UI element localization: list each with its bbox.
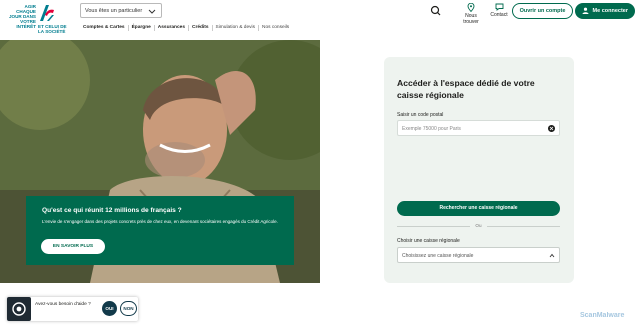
chevron-up-icon <box>549 253 555 258</box>
regional-bank-select[interactable]: Choisissez une caisse régionale <box>397 247 560 263</box>
nav-item-credits[interactable]: Crédits <box>189 25 212 35</box>
clear-icon[interactable] <box>548 125 555 132</box>
help-no-button[interactable]: NON <box>120 301 137 316</box>
find-us-link[interactable]: Nous trouver <box>458 3 484 25</box>
promo-card: Qu'est ce qui réunit 12 millions de fran… <box>26 196 294 265</box>
help-widget: Avez-vous besoin d'aide ? OUI NON <box>7 297 138 321</box>
promo-text: L'envie de s'engager dans des projets co… <box>42 219 278 224</box>
map-pin-icon <box>467 3 475 12</box>
open-account-button[interactable]: Ouvrir un compte <box>512 3 573 19</box>
scanmalware-watermark: ScanMalware <box>580 312 625 319</box>
nav-item-assurances[interactable]: Assurances <box>155 25 188 35</box>
user-icon <box>582 7 589 15</box>
nav-item-epargne[interactable]: Épargne <box>129 25 154 35</box>
choose-bank-label: Choisir une caisse régionale <box>397 238 460 244</box>
top-header: AGIR CHAQUE JOUR DANS VOTRE INTÉRÊT ET C… <box>0 0 640 38</box>
logo-tagline-right: ET CELUI DE LA SOCIÉTÉ <box>38 24 67 34</box>
regional-bank-placeholder: Choisissez une caisse régionale <box>402 253 474 259</box>
assistant-icon <box>12 302 26 316</box>
nav-item-conseils[interactable]: Nos conseils <box>259 25 292 35</box>
contact-link[interactable]: Contact <box>490 3 508 18</box>
profile-select[interactable]: Vous êtes un particulier <box>80 3 162 18</box>
postal-code-placeholder: Exemple 75000 pour Paris <box>402 126 461 132</box>
contact-label: Contact <box>490 12 508 18</box>
find-us-label: Nous trouver <box>463 13 479 25</box>
learn-more-button[interactable]: EN SAVOIR PLUS <box>41 239 105 254</box>
postal-code-label: Saisir un code postal <box>397 112 444 118</box>
my-account-button[interactable]: Me connecter <box>575 3 635 19</box>
nav-item-comptes[interactable]: Comptes & Cartes <box>80 25 128 35</box>
assistant-avatar <box>7 297 31 321</box>
credit-agricole-logo[interactable]: AGIR CHAQUE JOUR DANS VOTRE INTÉRÊT ET C… <box>8 3 72 36</box>
ca-logo-icon <box>40 5 54 21</box>
help-question: Avez-vous besoin d'aide ? <box>35 302 91 307</box>
chevron-down-icon <box>148 9 156 14</box>
my-account-label: Me connecter <box>592 8 628 14</box>
profile-select-value: Vous êtes un particulier <box>85 8 143 14</box>
help-yes-button[interactable]: OUI <box>102 301 117 316</box>
nav-item-simulation[interactable]: Simulation & devis <box>213 25 258 35</box>
promo-title: Qu'est ce qui réunit 12 millions de fran… <box>42 207 182 214</box>
chat-bubble-icon <box>495 3 503 11</box>
or-divider: Ou <box>397 222 560 230</box>
search-regional-bank-button[interactable]: Rechercher une caisse régionale <box>397 201 560 216</box>
divider-line <box>487 226 560 227</box>
postal-code-input[interactable]: Exemple 75000 pour Paris <box>397 120 560 136</box>
search-icon[interactable] <box>427 3 444 18</box>
logo-tagline-left: AGIR CHAQUE JOUR DANS VOTRE INTÉRÊT <box>8 4 36 29</box>
main-nav: Comptes & Cartes Épargne Assurances Créd… <box>80 25 292 35</box>
panel-title: Accéder à l'espace dédié de votre caisse… <box>397 78 535 100</box>
regional-bank-panel: Accéder à l'espace dédié de votre caisse… <box>384 57 574 283</box>
